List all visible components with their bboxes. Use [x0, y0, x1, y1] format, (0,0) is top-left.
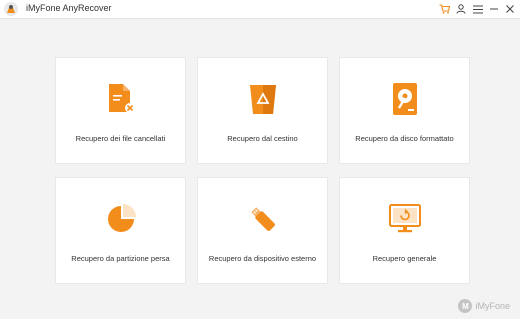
option-label: Recupero dal cestino	[227, 134, 298, 143]
deleted-file-icon	[104, 82, 138, 116]
option-general-recovery[interactable]: Recupero generale	[339, 177, 470, 284]
option-label: Recupero dei file cancellati	[75, 134, 166, 143]
app-logo-icon	[3, 1, 19, 17]
menu-icon[interactable]	[471, 2, 485, 16]
lost-partition-icon	[104, 202, 138, 236]
app-title: iMyFone AnyRecover	[26, 3, 112, 13]
option-label: Recupero da disco formattato	[355, 134, 454, 143]
close-icon[interactable]	[503, 2, 517, 16]
option-lost-partition[interactable]: Recupero da partizione persa	[55, 177, 186, 284]
brand-name: iMyFone	[475, 301, 510, 311]
cart-icon[interactable]	[437, 2, 451, 16]
brand-footer: M iMyFone	[458, 299, 510, 313]
option-deleted-files[interactable]: Recupero dei file cancellati	[55, 57, 186, 164]
option-external-device[interactable]: Recupero da dispositivo esterno	[197, 177, 328, 284]
option-label: Recupero generale	[372, 254, 437, 263]
brand-logo-icon: M	[458, 299, 473, 313]
minimize-icon[interactable]	[487, 2, 501, 16]
usb-drive-icon	[246, 202, 280, 236]
formatted-disk-icon	[388, 82, 422, 116]
option-recycle-bin[interactable]: Recupero dal cestino	[197, 57, 328, 164]
title-bar: iMyFone AnyRecover	[0, 0, 520, 19]
option-label: Recupero da partizione persa	[71, 254, 170, 263]
recovery-options-grid: Recupero dei file cancellati Recupero da…	[55, 57, 470, 285]
option-label: Recupero da dispositivo esterno	[208, 254, 317, 263]
general-recovery-icon	[388, 202, 422, 236]
option-formatted-disk[interactable]: Recupero da disco formattato	[339, 57, 470, 164]
recycle-bin-icon	[246, 82, 280, 116]
user-icon[interactable]	[454, 2, 468, 16]
